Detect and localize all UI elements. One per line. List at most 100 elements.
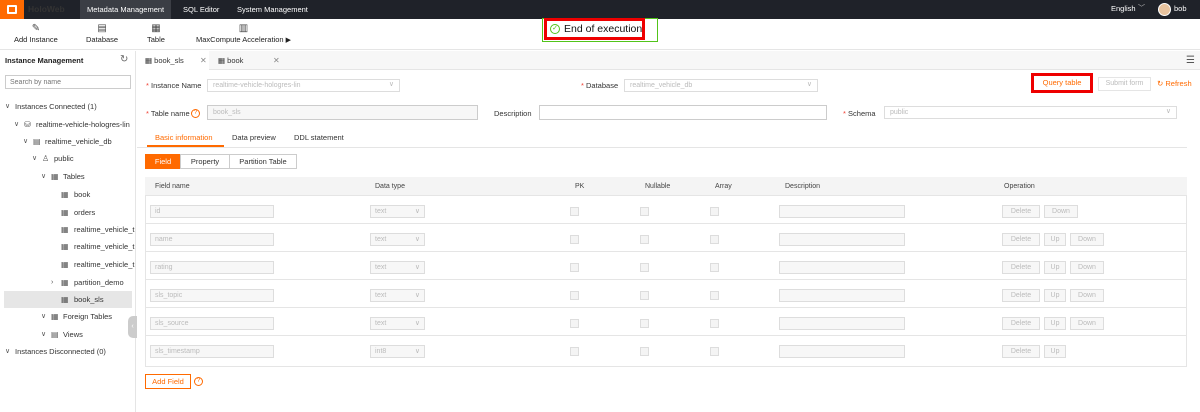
- database-select[interactable]: realtime_vehicle_db ∨: [624, 79, 818, 92]
- description-input[interactable]: [539, 105, 827, 120]
- collapse-sidebar-button[interactable]: ‹: [128, 316, 137, 338]
- down-button[interactable]: Down: [1070, 233, 1104, 246]
- help-icon[interactable]: ?: [194, 377, 203, 386]
- field-name-input[interactable]: name: [150, 233, 274, 246]
- nullable-checkbox[interactable]: [640, 235, 649, 244]
- tree-table-item[interactable]: ▦ realtime_vehicle_t: [0, 221, 135, 238]
- up-button[interactable]: Up: [1044, 261, 1066, 274]
- data-type-select[interactable]: int8 ∨: [370, 345, 425, 358]
- data-type-select[interactable]: text ∨: [370, 261, 425, 274]
- tab-basic-information[interactable]: Basic information: [155, 133, 213, 142]
- up-button[interactable]: Up: [1044, 233, 1066, 246]
- table-name-input[interactable]: book_sls: [207, 105, 478, 120]
- pk-checkbox[interactable]: [570, 319, 579, 328]
- refresh-button[interactable]: ↻ Refresh: [1157, 79, 1192, 88]
- description-input[interactable]: [779, 205, 905, 218]
- tree-schema[interactable]: ∨ ♙ public: [0, 150, 135, 167]
- segment-field[interactable]: Field: [145, 154, 181, 169]
- data-type-select[interactable]: text ∨: [370, 317, 425, 330]
- tree-foreign-tables[interactable]: ∨ ▦ Foreign Tables: [0, 308, 135, 325]
- field-name-input[interactable]: rating: [150, 261, 274, 274]
- tab-book[interactable]: ▦ book ✕: [210, 51, 282, 70]
- down-button[interactable]: Down: [1070, 289, 1104, 302]
- segment-property[interactable]: Property: [180, 154, 230, 169]
- data-type-select[interactable]: text ∨: [370, 233, 425, 246]
- down-button[interactable]: Down: [1044, 205, 1078, 218]
- array-checkbox[interactable]: [710, 319, 719, 328]
- help-icon[interactable]: ?: [191, 109, 200, 118]
- field-name-input[interactable]: sls_timestamp: [150, 345, 274, 358]
- description-input[interactable]: [779, 233, 905, 246]
- refresh-icon[interactable]: ↻: [120, 54, 128, 65]
- nullable-checkbox[interactable]: [640, 347, 649, 356]
- tab-book-sls[interactable]: ▦ book_sls ✕: [137, 51, 209, 70]
- schema-select[interactable]: public ∨: [884, 106, 1177, 119]
- array-checkbox[interactable]: [710, 291, 719, 300]
- close-icon[interactable]: ✕: [273, 51, 280, 70]
- avatar[interactable]: [1158, 3, 1171, 16]
- tree-table-item-selected[interactable]: ▦ book_sls: [4, 291, 132, 308]
- description-input[interactable]: [779, 317, 905, 330]
- tree-instances-disconnected[interactable]: ∨ Instances Disconnected (0): [0, 343, 135, 360]
- tree-table-item[interactable]: › ▦ partition_demo: [0, 274, 135, 291]
- tree-views[interactable]: ∨ ▤ Views: [0, 326, 135, 343]
- nullable-checkbox[interactable]: [640, 291, 649, 300]
- delete-button[interactable]: Delete: [1002, 233, 1040, 246]
- delete-button[interactable]: Delete: [1002, 289, 1040, 302]
- delete-button[interactable]: Delete: [1002, 205, 1040, 218]
- description-input[interactable]: [779, 261, 905, 274]
- pk-checkbox[interactable]: [570, 263, 579, 272]
- maxcompute-acceleration-button[interactable]: ▥ MaxCompute Acceleration ▶: [196, 23, 291, 44]
- tree-tables[interactable]: ∨ ▦ Tables: [0, 168, 135, 185]
- user-name[interactable]: bob: [1174, 4, 1187, 13]
- tab-data-preview[interactable]: Data preview: [232, 133, 276, 142]
- nullable-checkbox[interactable]: [640, 207, 649, 216]
- field-name-input[interactable]: sls_source: [150, 317, 274, 330]
- nav-system-management[interactable]: System Management: [230, 0, 315, 19]
- menu-icon[interactable]: ☰: [1186, 55, 1195, 66]
- pk-checkbox[interactable]: [570, 235, 579, 244]
- language-selector[interactable]: English: [1111, 4, 1136, 13]
- nullable-checkbox[interactable]: [640, 319, 649, 328]
- array-checkbox[interactable]: [710, 263, 719, 272]
- tree-table-item[interactable]: ▦ book: [0, 186, 135, 203]
- add-instance-button[interactable]: ✎ Add Instance: [14, 23, 58, 44]
- data-type-select[interactable]: text ∨: [370, 289, 425, 302]
- tree-table-item[interactable]: ▦ realtime_vehicle_t: [0, 256, 135, 273]
- nullable-checkbox[interactable]: [640, 263, 649, 272]
- up-button[interactable]: Up: [1044, 289, 1066, 302]
- pk-checkbox[interactable]: [570, 207, 579, 216]
- delete-button[interactable]: Delete: [1002, 345, 1040, 358]
- tree-instance[interactable]: ∨ ⛁ realtime-vehicle-hologres-lin: [0, 116, 135, 133]
- array-checkbox[interactable]: [710, 347, 719, 356]
- pk-checkbox[interactable]: [570, 347, 579, 356]
- up-button[interactable]: Up: [1044, 345, 1066, 358]
- close-icon[interactable]: ✕: [200, 51, 207, 70]
- tree-table-item[interactable]: ▦ orders: [0, 204, 135, 221]
- down-button[interactable]: Down: [1070, 261, 1104, 274]
- data-type-select[interactable]: text ∨: [370, 205, 425, 218]
- tree-database[interactable]: ∨ ▤ realtime_vehicle_db: [0, 133, 135, 150]
- array-checkbox[interactable]: [710, 235, 719, 244]
- up-button[interactable]: Up: [1044, 317, 1066, 330]
- instance-name-select[interactable]: realtime-vehicle-hologres-lin ∨: [207, 79, 400, 92]
- query-table-button[interactable]: Query table: [1031, 73, 1093, 93]
- pk-checkbox[interactable]: [570, 291, 579, 300]
- delete-button[interactable]: Delete: [1002, 261, 1040, 274]
- add-field-button[interactable]: Add Field: [145, 374, 191, 389]
- tree-table-item[interactable]: ▦ realtime_vehicle_t: [0, 238, 135, 255]
- description-input[interactable]: [779, 289, 905, 302]
- field-name-input[interactable]: id: [150, 205, 274, 218]
- search-input[interactable]: [5, 75, 131, 89]
- array-checkbox[interactable]: [710, 207, 719, 216]
- database-button[interactable]: ▤ Database: [86, 23, 118, 44]
- segment-partition-table[interactable]: Partition Table: [229, 154, 297, 169]
- tab-ddl-statement[interactable]: DDL statement: [294, 133, 344, 142]
- delete-button[interactable]: Delete: [1002, 317, 1040, 330]
- description-input[interactable]: [779, 345, 905, 358]
- submit-form-button[interactable]: Submit form: [1098, 77, 1151, 91]
- nav-sql-editor[interactable]: SQL Editor: [176, 0, 226, 19]
- tree-instances-connected[interactable]: ∨ Instances Connected (1): [0, 98, 135, 115]
- down-button[interactable]: Down: [1070, 317, 1104, 330]
- nav-metadata-management[interactable]: Metadata Management: [80, 0, 172, 19]
